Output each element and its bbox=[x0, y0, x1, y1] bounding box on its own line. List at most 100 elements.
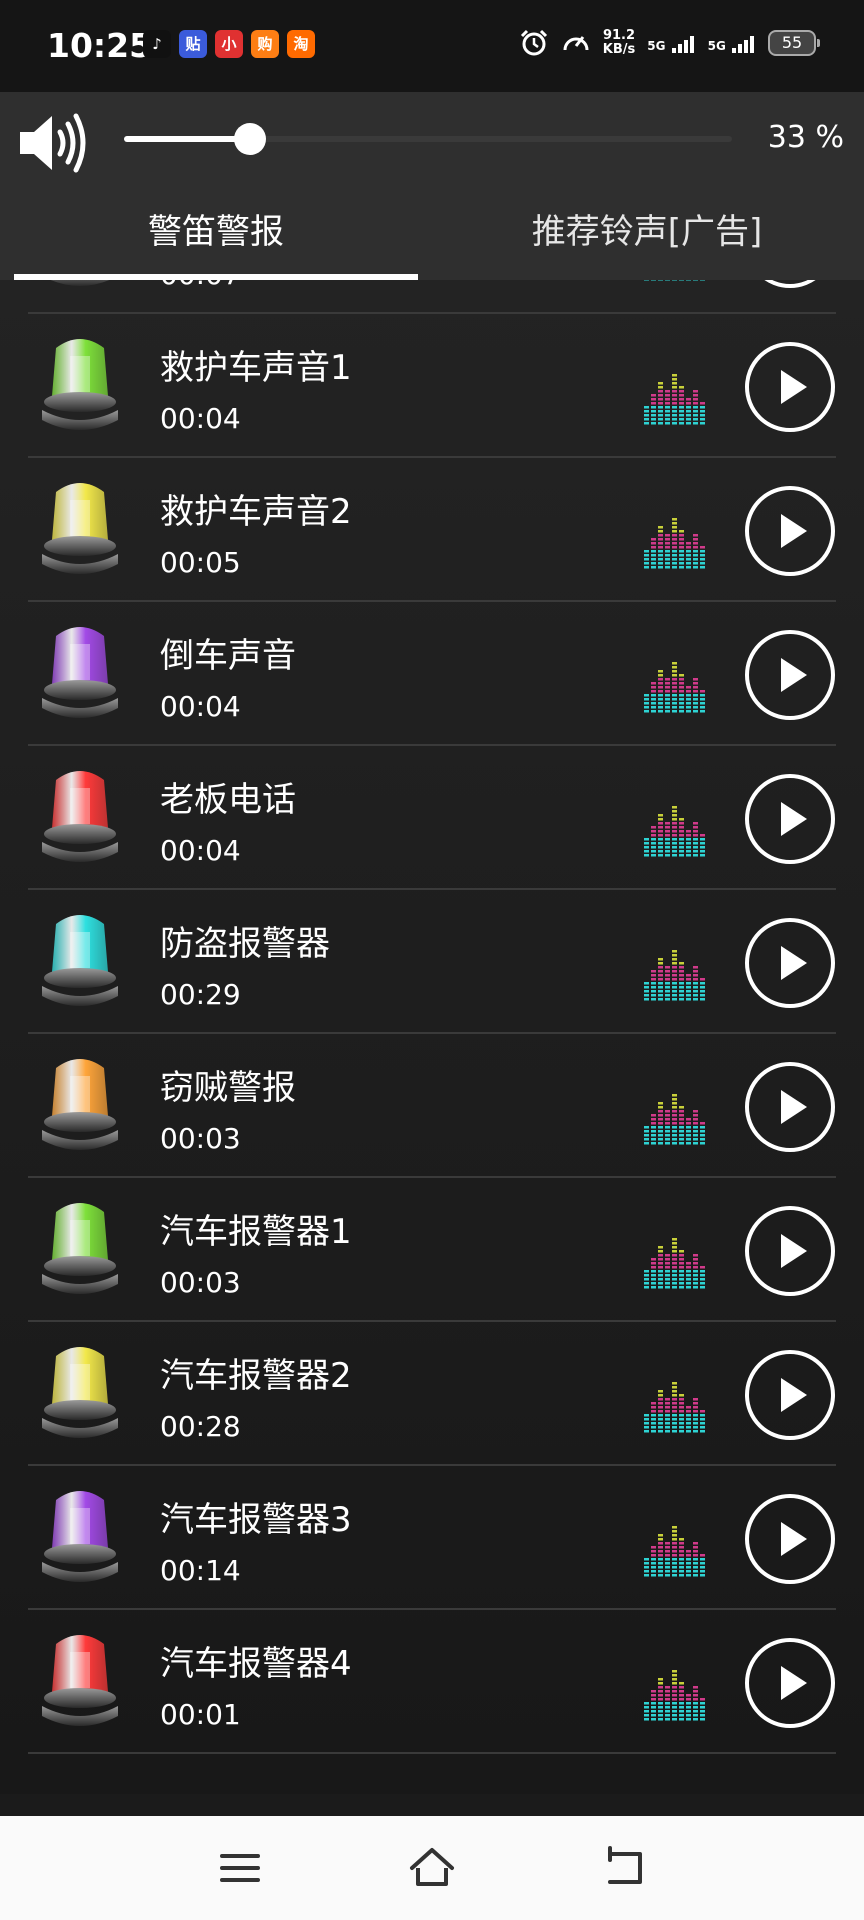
play-button[interactable] bbox=[745, 342, 835, 432]
equalizer-icon bbox=[644, 950, 705, 1001]
network-label-1: 5G bbox=[647, 39, 666, 53]
tab-siren-alarms[interactable]: 警笛警报 bbox=[14, 192, 418, 280]
play-icon bbox=[781, 514, 807, 548]
list-divider bbox=[28, 1752, 836, 1754]
siren-light-icon bbox=[42, 1059, 118, 1150]
play-button[interactable] bbox=[745, 280, 835, 288]
sound-duration: 00:01 bbox=[160, 1698, 241, 1731]
siren-light-icon bbox=[42, 627, 118, 718]
speaker-volume-icon[interactable] bbox=[16, 110, 86, 176]
sound-list[interactable]: 工表警报00:07 救护车声音1 00:04 bbox=[0, 280, 864, 1794]
battery-indicator: 55 bbox=[768, 30, 820, 56]
network-speed-unit: KB/s bbox=[602, 42, 636, 57]
shopping-icon: 购 bbox=[251, 30, 279, 58]
tab-bar: 警笛警报 推荐铃声[广告] bbox=[0, 192, 864, 281]
list-item[interactable]: 汽车报警器3 00:14 bbox=[0, 1466, 864, 1610]
list-item[interactable]: 防盗报警器 00:29 bbox=[0, 890, 864, 1034]
equalizer-icon bbox=[644, 280, 705, 281]
siren-light-icon bbox=[42, 1491, 118, 1582]
play-icon bbox=[781, 1522, 807, 1556]
menu-icon[interactable] bbox=[210, 1838, 270, 1898]
volume-slider[interactable] bbox=[124, 123, 732, 155]
play-button[interactable] bbox=[745, 1638, 835, 1728]
speedometer-icon bbox=[563, 36, 589, 51]
equalizer-icon bbox=[644, 1238, 705, 1289]
sound-title: 救护车声音2 bbox=[160, 492, 352, 532]
sound-title: 汽车报警器2 bbox=[160, 1356, 352, 1396]
list-item[interactable]: 汽车报警器2 00:28 bbox=[0, 1322, 864, 1466]
equalizer-icon bbox=[644, 518, 705, 569]
play-button[interactable] bbox=[745, 918, 835, 1008]
status-app-icons: ♪ 贴小购淘 bbox=[143, 30, 315, 58]
play-icon bbox=[781, 1378, 807, 1412]
list-item[interactable]: 汽车报警器4 00:01 bbox=[0, 1610, 864, 1754]
header-panel: 33 % 警笛警报 推荐铃声[广告] bbox=[0, 92, 864, 281]
list-item[interactable]: 救护车声音2 00:05 bbox=[0, 458, 864, 602]
tab-recommended-ringtones[interactable]: 推荐铃声[广告] bbox=[444, 192, 850, 280]
siren-light-icon bbox=[42, 1347, 118, 1438]
sound-duration: 00:04 bbox=[160, 690, 241, 723]
siren-light-icon bbox=[50, 280, 110, 286]
equalizer-icon bbox=[644, 1670, 705, 1721]
list-item[interactable]: 工表警报00:07 bbox=[0, 280, 864, 314]
volume-slider-thumb[interactable] bbox=[234, 123, 267, 155]
play-button[interactable] bbox=[745, 486, 835, 576]
play-button[interactable] bbox=[745, 630, 835, 720]
signal-bars-icon bbox=[671, 33, 694, 53]
xiaohongshu-icon: 小 bbox=[215, 30, 243, 58]
siren-light-icon bbox=[42, 483, 118, 574]
signal-5g-2: 5G bbox=[708, 33, 756, 53]
back-icon[interactable] bbox=[596, 1838, 656, 1898]
sound-duration: 00:04 bbox=[160, 834, 241, 867]
list-item[interactable]: 窃贼警报 00:03 bbox=[0, 1034, 864, 1178]
network-speed-value: 91.2 bbox=[602, 28, 636, 43]
signal-5g-1: 5G bbox=[647, 33, 695, 53]
siren-light-icon bbox=[42, 1635, 118, 1726]
alarm-icon bbox=[520, 29, 547, 56]
network-label-2: 5G bbox=[707, 39, 726, 53]
equalizer-icon bbox=[644, 662, 705, 713]
siren-light-icon bbox=[42, 915, 118, 1006]
sound-duration: 00:28 bbox=[160, 1410, 241, 1443]
list-item[interactable]: 救护车声音1 00:04 bbox=[0, 314, 864, 458]
list-item[interactable]: 汽车报警器1 00:03 bbox=[0, 1178, 864, 1322]
sound-title: 救护车声音1 bbox=[160, 348, 352, 388]
play-icon bbox=[781, 658, 807, 692]
play-button[interactable] bbox=[745, 1062, 835, 1152]
sound-list-content: 工表警报00:07 救护车声音1 00:04 bbox=[0, 280, 864, 1754]
sound-title: 窃贼警报 bbox=[160, 1068, 296, 1108]
sound-title: 汽车报警器1 bbox=[160, 1212, 352, 1252]
tiktok-icon: ♪ bbox=[143, 30, 171, 58]
status-indicators: 91.2 KB/s 5G 5G 55 bbox=[519, 28, 820, 58]
siren-light-icon bbox=[42, 339, 118, 430]
sound-duration: 00:05 bbox=[160, 546, 241, 579]
status-time: 10:25 bbox=[47, 26, 153, 65]
siren-light-icon bbox=[42, 771, 118, 862]
list-item[interactable]: 老板电话 00:04 bbox=[0, 746, 864, 890]
list-item[interactable]: 倒车声音 00:04 bbox=[0, 602, 864, 746]
volume-percentage: 33 % bbox=[767, 120, 844, 155]
play-icon bbox=[781, 1090, 807, 1124]
play-icon bbox=[781, 802, 807, 836]
network-speed: 91.2 KB/s bbox=[603, 29, 635, 57]
play-icon bbox=[781, 946, 807, 980]
sound-duration: 00:14 bbox=[160, 1554, 241, 1587]
equalizer-icon bbox=[644, 1526, 705, 1577]
home-icon[interactable] bbox=[402, 1838, 462, 1898]
play-button[interactable] bbox=[745, 774, 835, 864]
equalizer-icon bbox=[644, 1094, 705, 1145]
sound-duration: 00:03 bbox=[160, 1122, 241, 1155]
sound-duration: 00:29 bbox=[160, 978, 241, 1011]
play-button[interactable] bbox=[745, 1494, 835, 1584]
play-button[interactable] bbox=[745, 1350, 835, 1440]
tieba-icon: 贴 bbox=[179, 30, 207, 58]
sound-title: 汽车报警器3 bbox=[160, 1500, 352, 1540]
signal-bars-icon bbox=[732, 33, 754, 53]
play-button[interactable] bbox=[745, 1206, 835, 1296]
sound-title: 汽车报警器4 bbox=[160, 1644, 352, 1684]
equalizer-icon bbox=[644, 374, 705, 425]
play-icon bbox=[781, 1234, 807, 1268]
sound-title: 老板电话 bbox=[160, 780, 296, 820]
system-navigation-bar bbox=[0, 1816, 864, 1920]
sound-title: 倒车声音 bbox=[160, 636, 296, 676]
